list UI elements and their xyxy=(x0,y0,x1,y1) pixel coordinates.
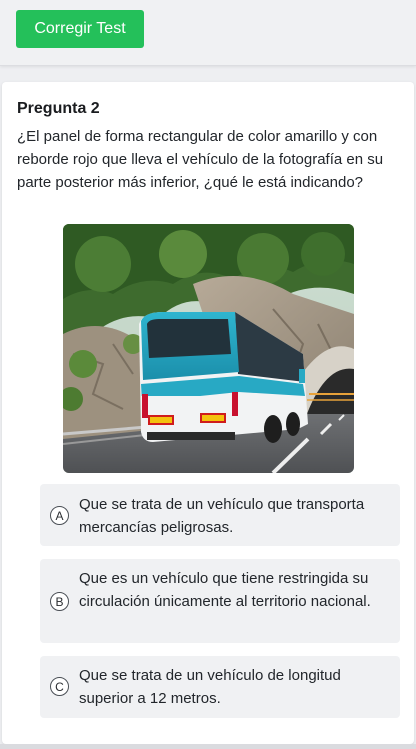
question-image xyxy=(63,224,354,473)
question-title: Pregunta 2 xyxy=(17,100,100,117)
bottom-strip xyxy=(0,744,416,749)
option-c[interactable]: C Que se trata de un vehículo de longitu… xyxy=(40,656,400,718)
question-card: Pregunta 2 ¿El panel de forma rectangula… xyxy=(2,82,414,744)
option-b[interactable]: B Que es un vehículo que tiene restringi… xyxy=(40,559,400,643)
option-letter: C xyxy=(50,677,69,696)
question-text: ¿El panel de forma rectangular de color … xyxy=(17,128,384,191)
corregir-test-button[interactable]: Corregir Test xyxy=(16,10,144,48)
option-letter: A xyxy=(50,506,69,525)
top-bar: Corregir Test xyxy=(0,0,416,66)
option-letter: B xyxy=(50,592,69,611)
option-text: Que se trata de un vehículo de longitud … xyxy=(79,667,341,707)
option-a[interactable]: A Que se trata de un vehículo que transp… xyxy=(40,484,400,546)
option-text: Que se trata de un vehículo que transpor… xyxy=(79,496,365,536)
bus-photo-icon xyxy=(63,224,354,473)
option-text: Que es un vehículo que tiene restringida… xyxy=(79,570,371,610)
